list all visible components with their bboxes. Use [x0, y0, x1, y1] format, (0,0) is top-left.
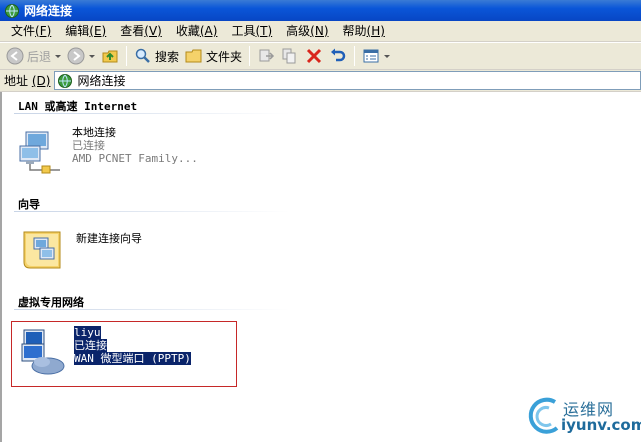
address-input[interactable]: 网络连接	[54, 71, 641, 90]
lan-connection-icon	[19, 131, 60, 174]
toolbar: 后退 搜索 文件夹	[0, 42, 641, 70]
toolbar-separator	[126, 46, 128, 66]
move-to-button[interactable]	[254, 44, 278, 68]
local-connection-item[interactable]: 本地连接 已连接 AMD PCNET Family...	[16, 126, 198, 178]
window-title: 网络连接	[24, 4, 73, 18]
menu-advanced[interactable]: 高级(N)	[279, 22, 335, 41]
back-button[interactable]: 后退	[3, 44, 64, 68]
menu-help[interactable]: 帮助(H)	[336, 22, 392, 41]
wizard-texts: 新建连接向导	[76, 232, 142, 245]
group-header-lan: LAN 或高速 Internet	[18, 100, 138, 113]
watermark-logo-icon	[528, 397, 559, 434]
forward-button[interactable]	[64, 44, 98, 68]
connection-name: liyu	[74, 326, 101, 339]
search-icon	[135, 48, 150, 63]
connection-name: 本地连接	[72, 126, 116, 139]
network-connections-icon	[58, 73, 73, 88]
group-divider	[14, 211, 290, 212]
forward-arrow-icon	[67, 47, 85, 65]
group-divider	[14, 309, 290, 310]
back-arrow-icon	[6, 47, 24, 65]
undo-button[interactable]	[326, 44, 350, 68]
menu-tools[interactable]: 工具(T)	[224, 22, 279, 41]
undo-icon	[331, 48, 346, 62]
connection-status: 已连接	[72, 139, 105, 152]
group-header-wizard: 向导	[18, 198, 40, 211]
copy-to-icon	[282, 48, 296, 64]
toolbar-separator	[354, 46, 356, 66]
move-to-icon	[259, 49, 275, 62]
title-bar: 网络连接	[0, 0, 641, 21]
back-dropdown-icon[interactable]	[55, 54, 62, 58]
folders-label: 文件夹	[206, 49, 243, 64]
new-connection-wizard-icon	[23, 231, 61, 269]
menu-file[interactable]: 文件(F)	[4, 22, 58, 41]
toolbar-separator	[249, 46, 251, 66]
local-connection-texts: 本地连接 已连接 AMD PCNET Family...	[72, 126, 198, 165]
views-grid-icon	[363, 49, 379, 63]
up-folder-icon	[102, 50, 118, 63]
address-bar: 地址 (D) 网络连接	[0, 70, 641, 92]
menu-edit[interactable]: 编辑(E)	[58, 22, 113, 41]
vpn-connection-texts: liyu 已连接 WAN 微型端口 (PPTP)	[74, 326, 191, 365]
delete-x-icon	[306, 48, 322, 64]
new-connection-wizard-item[interactable]: 新建连接向导	[20, 224, 142, 276]
address-label: 地址 (D)	[4, 74, 51, 88]
connection-device: AMD PCNET Family...	[72, 152, 198, 165]
vpn-connection-icon	[21, 329, 65, 375]
folder-icon	[185, 49, 202, 63]
watermark-en-text: iyunv.com	[561, 416, 641, 434]
wizard-name: 新建连接向导	[76, 232, 142, 245]
vpn-connection-item[interactable]: liyu 已连接 WAN 微型端口 (PPTP)	[18, 326, 191, 378]
connections-list: LAN 或高速 Internet 本地连接 已连接 AMD PCNET Fami…	[0, 92, 641, 442]
menu-bar: 文件(F) 编辑(E) 查看(V) 收藏(A) 工具(T) 高级(N) 帮助(H…	[0, 21, 641, 42]
back-label: 后退	[27, 49, 52, 64]
search-button[interactable]: 搜索	[131, 44, 182, 68]
views-button[interactable]	[359, 44, 393, 68]
views-dropdown-icon[interactable]	[384, 54, 391, 58]
network-connections-icon	[5, 3, 19, 18]
connection-device: WAN 微型端口 (PPTP)	[74, 352, 191, 365]
group-divider	[14, 113, 290, 114]
connection-status: 已连接	[74, 339, 107, 352]
search-label: 搜索	[155, 49, 180, 64]
folders-button[interactable]: 文件夹	[182, 44, 245, 68]
address-value: 网络连接	[77, 74, 126, 88]
copy-to-button[interactable]	[278, 44, 302, 68]
delete-button[interactable]	[302, 44, 326, 68]
forward-dropdown-icon[interactable]	[89, 54, 96, 58]
group-header-vpn: 虚拟专用网络	[18, 296, 84, 309]
watermark: 运维网 iyunv.com	[523, 394, 641, 438]
menu-view[interactable]: 查看(V)	[113, 22, 169, 41]
menu-favorites[interactable]: 收藏(A)	[169, 22, 225, 41]
up-folder-button[interactable]	[98, 44, 122, 68]
